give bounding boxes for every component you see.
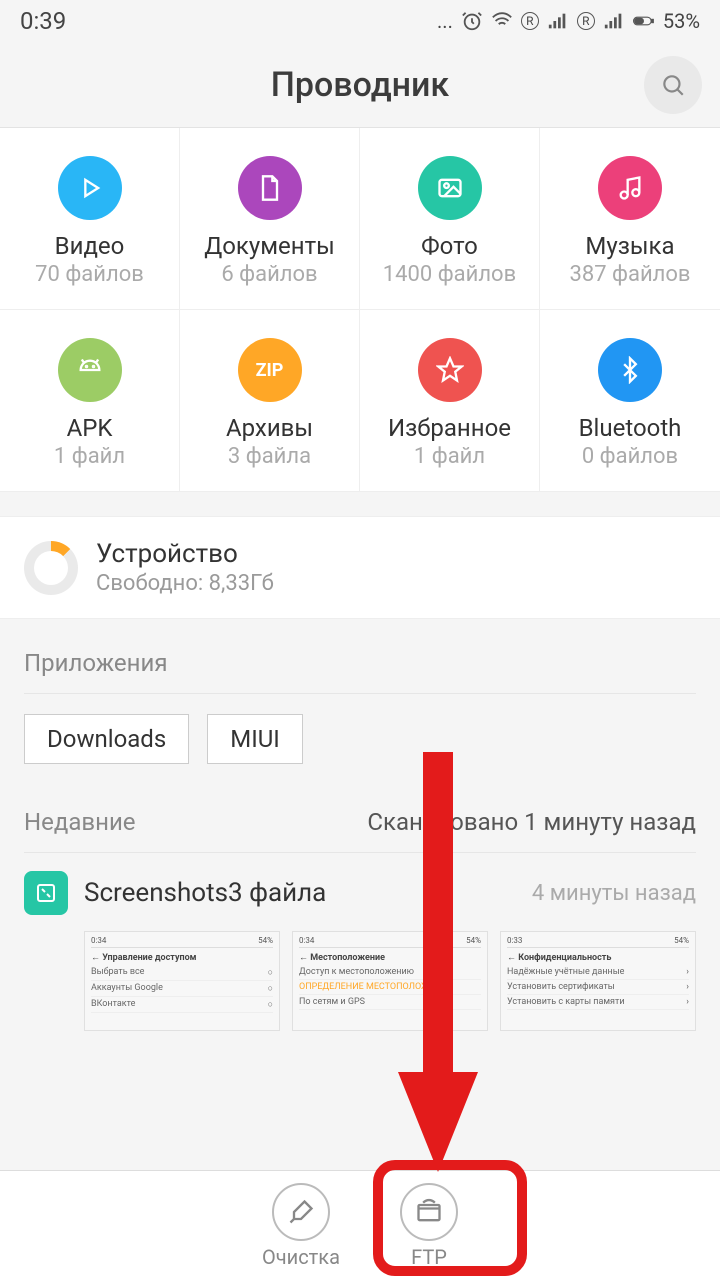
category-label: Фото [421, 232, 478, 260]
signal-icon-2 [603, 10, 625, 32]
cleanup-button[interactable]: Очистка [262, 1183, 340, 1269]
search-button[interactable] [644, 56, 702, 114]
category-favorites[interactable]: Избранное 1 файл [360, 310, 540, 491]
recent-folder-name: Screenshots3 файла [84, 878, 516, 908]
category-label: Избранное [388, 414, 511, 442]
ftp-button[interactable]: FTP [400, 1183, 458, 1269]
apps-heading: Приложения [24, 619, 696, 694]
category-count: 387 файлов [569, 262, 690, 287]
status-bar: 0:39 ... R R 53% [0, 0, 720, 42]
status-time: 0:39 [20, 7, 66, 35]
category-count: 1400 файлов [383, 262, 516, 287]
cleanup-label: Очистка [262, 1245, 340, 1269]
battery-icon [633, 10, 655, 32]
signal-icon [547, 10, 569, 32]
category-label: Документы [204, 232, 335, 260]
image-icon [436, 174, 464, 202]
recent-heading: Недавние [24, 808, 136, 836]
recent-thumbnails: 0:3454% ← Управление доступом Выбрать вс… [24, 925, 696, 1031]
wifi-icon [491, 10, 513, 32]
star-icon [436, 356, 464, 384]
category-apk[interactable]: APK 1 файл [0, 310, 180, 491]
category-count: 0 файлов [582, 444, 678, 469]
category-video[interactable]: Видео 70 файлов [0, 128, 180, 310]
category-label: Bluetooth [579, 414, 682, 442]
category-music[interactable]: Музыка 387 файлов [540, 128, 720, 310]
document-icon [256, 174, 284, 202]
play-icon [76, 174, 104, 202]
registered-icon: R [521, 12, 539, 30]
category-count: 70 файлов [35, 262, 144, 287]
category-count: 1 файл [54, 444, 125, 469]
storage-title: Устройство [96, 539, 274, 569]
category-grid: Видео 70 файлов Документы 6 файлов Фото … [0, 128, 720, 492]
page-title: Проводник [271, 65, 449, 105]
thumbnail[interactable]: 0:3454% ← Управление доступом Выбрать вс… [84, 931, 280, 1031]
category-count: 1 файл [414, 444, 485, 469]
category-bluetooth[interactable]: Bluetooth 0 файлов [540, 310, 720, 491]
bluetooth-icon [616, 356, 644, 384]
category-label: Музыка [585, 232, 674, 260]
category-label: Архивы [226, 414, 313, 442]
category-label: APK [67, 414, 113, 442]
alarm-icon [461, 10, 483, 32]
brush-icon [287, 1198, 315, 1226]
storage-free: Свободно: 8,33Гб [96, 571, 274, 596]
recent-folder-row[interactable]: Screenshots3 файла 4 минуты назад [24, 853, 696, 925]
app-header: Проводник [0, 42, 720, 128]
ftp-label: FTP [411, 1245, 447, 1269]
recent-scan-time: Сканировано 1 минуту назад [367, 808, 696, 836]
registered-icon-2: R [577, 12, 595, 30]
recent-folder-time: 4 минуты назад [532, 881, 696, 906]
bottom-toolbar: Очистка FTP [0, 1170, 720, 1280]
more-icon: ... [437, 9, 453, 33]
android-icon [76, 356, 104, 384]
category-label: Видео [55, 232, 125, 260]
category-docs[interactable]: Документы 6 файлов [180, 128, 360, 310]
screenshots-folder-icon [24, 871, 68, 915]
category-count: 3 файла [228, 444, 311, 469]
thumbnail[interactable]: 0:3454% ← Местоположение Доступ к местоп… [292, 931, 488, 1031]
category-count: 6 файлов [221, 262, 317, 287]
search-icon [660, 72, 686, 98]
status-icons: ... R R 53% [437, 9, 700, 33]
ftp-icon [415, 1198, 443, 1226]
chip-downloads[interactable]: Downloads [24, 714, 189, 764]
battery-percent: 53% [663, 9, 700, 33]
apps-chips: Downloads MIUI [24, 694, 696, 784]
category-archive[interactable]: ZIP Архивы 3 файла [180, 310, 360, 491]
recent-section: Недавние Сканировано 1 минуту назад Scre… [0, 784, 720, 1031]
chip-miui[interactable]: MIUI [207, 714, 303, 764]
apps-section: Приложения Downloads MIUI [0, 619, 720, 784]
thumbnail[interactable]: 0:3354% ← Конфиденциальность Надёжные уч… [500, 931, 696, 1031]
storage-pie-icon [24, 541, 78, 595]
music-icon [616, 174, 644, 202]
category-photo[interactable]: Фото 1400 файлов [360, 128, 540, 310]
storage-row[interactable]: Устройство Свободно: 8,33Гб [0, 516, 720, 619]
